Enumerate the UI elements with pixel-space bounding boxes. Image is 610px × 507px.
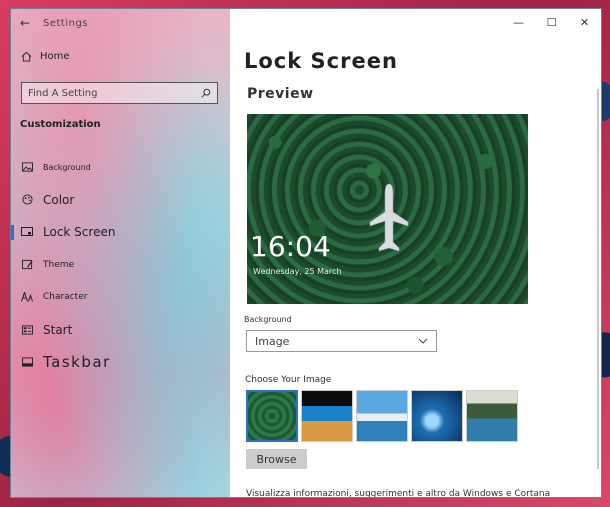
sidebar-item-color[interactable]: Color bbox=[11, 184, 230, 217]
start-icon bbox=[21, 324, 33, 336]
airplane-image bbox=[369, 183, 409, 252]
taskbar-icon bbox=[21, 356, 33, 368]
sidebar-item-lock-screen[interactable]: Lock Screen bbox=[11, 216, 230, 249]
image-thumbnail[interactable] bbox=[356, 390, 408, 442]
palette-icon bbox=[21, 194, 33, 206]
maximize-icon: ☐ bbox=[546, 15, 557, 29]
sidebar-item-label: Color bbox=[43, 192, 75, 207]
sidebar-item-label: Character bbox=[43, 292, 88, 303]
background-select[interactable]: Image bbox=[246, 330, 437, 352]
image-thumbnail[interactable] bbox=[411, 390, 463, 442]
lock-screen-icon bbox=[21, 226, 33, 238]
lock-screen-preview: 16:04 Wednesday, 25 March bbox=[247, 114, 528, 304]
close-button[interactable]: ✕ bbox=[568, 9, 601, 35]
sidebar-item-label: Taskbar bbox=[43, 353, 111, 372]
maximize-button[interactable]: ☐ bbox=[535, 9, 568, 35]
minimize-button[interactable]: — bbox=[502, 9, 535, 35]
sidebar-item-label: Background bbox=[43, 162, 91, 172]
main-content: — ☐ ✕ Lock Screen Preview 16:04 Wednesda… bbox=[230, 9, 601, 497]
back-arrow-icon: ← bbox=[19, 16, 31, 30]
sidebar-item-label: Lock Screen bbox=[43, 225, 116, 240]
app-title: Settings bbox=[43, 17, 89, 29]
sidebar-item-label: Start bbox=[43, 322, 73, 337]
sidebar-item-start[interactable]: Start bbox=[11, 314, 230, 347]
back-button[interactable]: ← bbox=[11, 9, 39, 37]
sidebar-item-theme[interactable]: Theme bbox=[11, 249, 230, 282]
image-thumbnail[interactable] bbox=[246, 390, 298, 442]
image-thumbnails bbox=[246, 390, 518, 442]
preview-date: Wednesday, 25 March bbox=[253, 267, 342, 276]
background-select-value: Image bbox=[255, 334, 290, 348]
scrollbar[interactable] bbox=[597, 89, 599, 469]
choose-image-label: Choose Your Image bbox=[245, 375, 332, 385]
window-controls: — ☐ ✕ bbox=[502, 9, 601, 35]
preview-time: 16:04 bbox=[250, 230, 331, 263]
sidebar-item-background[interactable]: Background bbox=[11, 151, 230, 184]
sidebar: ← Settings Home Customization Backgro bbox=[11, 9, 230, 497]
sidebar-item-label: Theme bbox=[43, 259, 75, 270]
sidebar-item-taskbar[interactable]: Taskbar bbox=[11, 346, 230, 379]
title-bar: ← Settings bbox=[11, 9, 230, 37]
search-icon[interactable] bbox=[201, 88, 211, 98]
background-label: Background bbox=[244, 315, 292, 324]
sidebar-item-character[interactable]: Character bbox=[11, 281, 230, 314]
home-label: Home bbox=[40, 51, 70, 62]
image-icon bbox=[21, 161, 33, 173]
search-box[interactable] bbox=[21, 82, 218, 104]
minimize-icon: — bbox=[513, 15, 524, 29]
section-customization: Customization bbox=[20, 119, 101, 130]
search-input[interactable] bbox=[28, 87, 188, 99]
page-title: Lock Screen bbox=[244, 49, 398, 73]
image-thumbnail[interactable] bbox=[466, 390, 518, 442]
info-text: Visualizza informazioni, suggerimenti e … bbox=[246, 489, 551, 498]
font-icon bbox=[21, 291, 33, 303]
browse-button[interactable]: Browse bbox=[246, 449, 307, 469]
nav-home[interactable]: Home bbox=[21, 51, 70, 62]
image-thumbnail[interactable] bbox=[301, 390, 353, 442]
home-icon bbox=[21, 51, 32, 62]
preview-heading: Preview bbox=[247, 86, 314, 102]
nav-list: Background Color Lock Screen Theme Chara… bbox=[11, 151, 230, 379]
close-icon: ✕ bbox=[579, 15, 590, 29]
settings-window: ← Settings Home Customization Backgro bbox=[10, 8, 602, 498]
chevron-down-icon bbox=[418, 338, 428, 344]
theme-icon bbox=[21, 259, 33, 271]
